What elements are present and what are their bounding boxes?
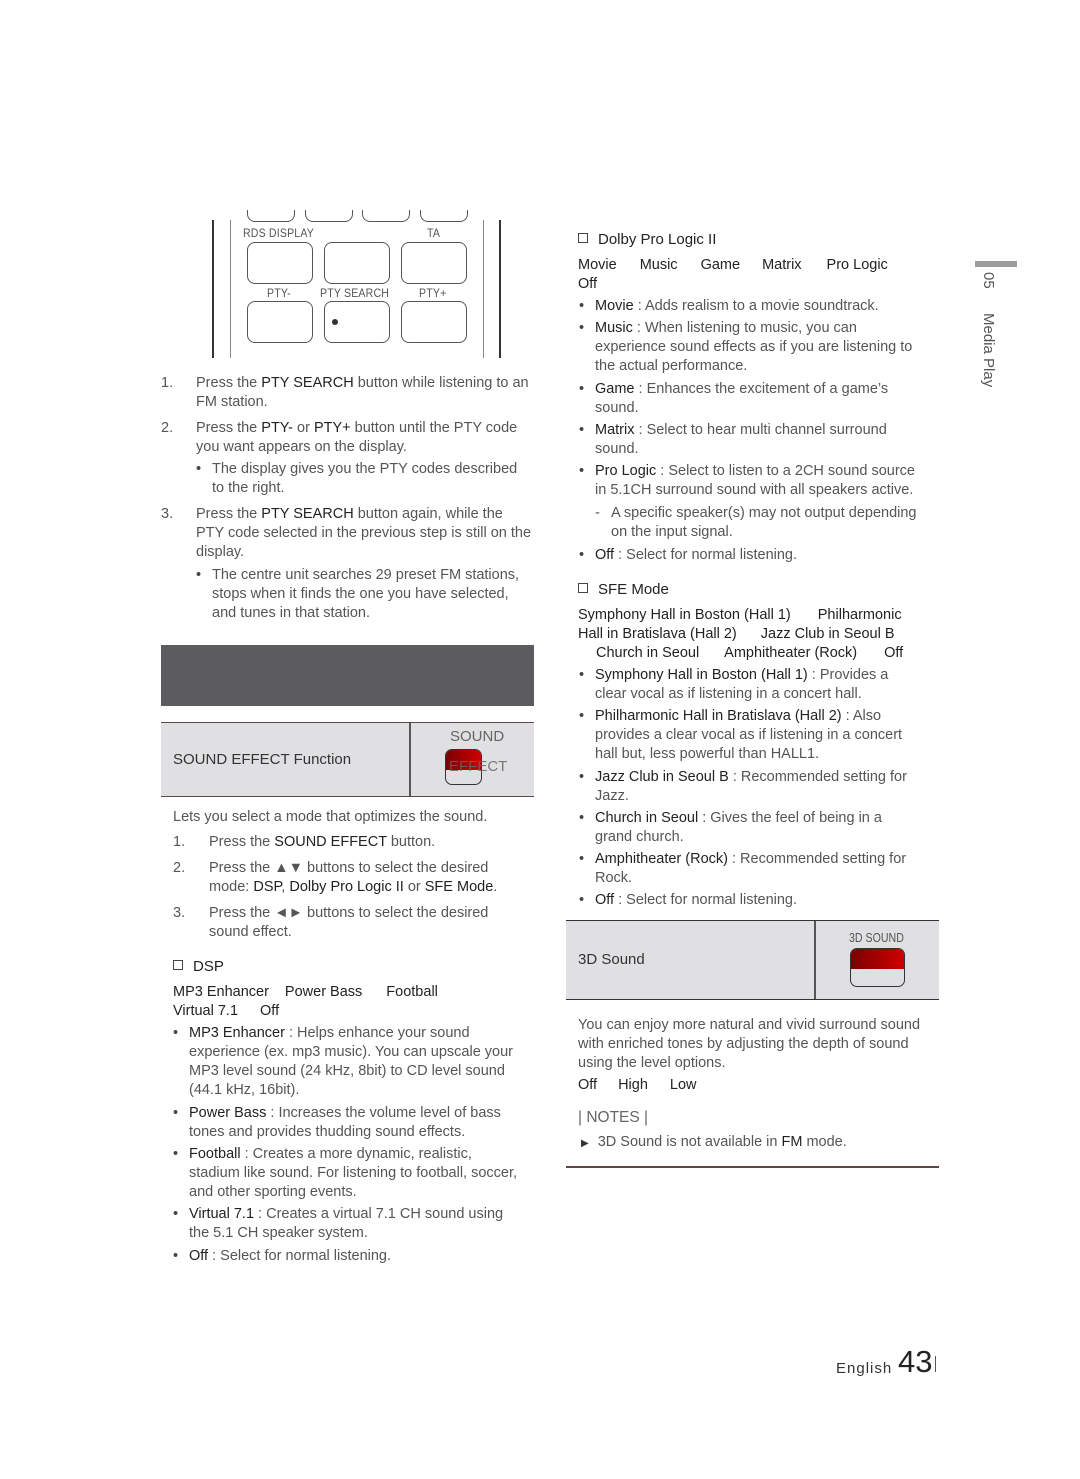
dolby-item: Off : Select for normal listening.: [579, 546, 935, 565]
dsp-heading: DSP: [173, 957, 224, 976]
section-banner: [161, 645, 534, 706]
rds-display-button[interactable]: [247, 242, 313, 284]
pty-plus-label: PTY+: [419, 286, 447, 300]
remote-edge-left: [212, 220, 214, 358]
dolby-item: Movie : Adds realism to a movie soundtra…: [579, 297, 935, 316]
sound-effect-step: 1. Press the SOUND EFFECT button.: [173, 834, 436, 850]
box-divider: [409, 723, 411, 796]
sound-effect-icon-label: EFFECT: [449, 758, 508, 775]
checkbox-square-icon: [578, 233, 588, 243]
dsp-item: Virtual 7.1 : Creates a virtual 7.1 CH s…: [173, 1205, 539, 1243]
sfe-item: Church in Seoul : Gives the feel of bein…: [579, 809, 935, 847]
function-title: 3D Sound: [578, 951, 645, 968]
pty-search-button[interactable]: [324, 301, 390, 343]
remote-inner-right: [483, 220, 484, 358]
pty-step: 3. Press the PTY SEARCH button again, wh…: [161, 506, 532, 560]
dolby-item: Matrix : Select to hear multi channel su…: [579, 421, 935, 459]
dsp-options: MP3 Enhancer Power Bass Football Virtual 7…: [173, 984, 438, 1019]
button-dot-icon: [332, 319, 338, 325]
checkbox-square-icon: [578, 583, 588, 593]
remote-inner-left: [230, 220, 231, 358]
pty-plus-button[interactable]: [401, 301, 467, 343]
remote-illustration: RDS DISPLAY TA PTY- PTY SEARCH PTY+: [205, 205, 505, 360]
dolby-heading: Dolby Pro Logic II: [578, 230, 716, 249]
triangle-right-icon: ▶: [581, 1138, 589, 1149]
dolby-item: Music : When listening to music, you can…: [579, 319, 935, 376]
section-divider: [566, 1166, 939, 1168]
dolby-item: Pro Logic : Select to listen to a 2CH so…: [579, 462, 940, 500]
sfe-item: Jazz Club in Seoul B : Recommended setti…: [579, 768, 935, 806]
sfe-item: Symphony Hall in Boston (Hall 1) : Provi…: [579, 666, 935, 704]
dsp-item: Power Bass : Increases the volume level …: [173, 1104, 539, 1142]
3d-sound-options: Off High Low: [578, 1077, 697, 1093]
sfe-item: Philharmonic Hall in Bratislava (Hall 2)…: [579, 707, 935, 764]
3d-sound-icon-label: 3D SOUND: [849, 931, 904, 945]
3d-sound-description: You can enjoy more natural and vivid sur…: [578, 1017, 921, 1071]
chapter-tab-bar: [975, 261, 1017, 267]
pty-minus-label: PTY-: [267, 286, 291, 300]
remote-top-key: [247, 210, 295, 222]
sfe-item: Amphitheater (Rock) : Recommended settin…: [579, 850, 935, 888]
ta-button[interactable]: [401, 242, 467, 284]
sfe-item: Off : Select for normal listening.: [579, 891, 935, 910]
dsp-item: MP3 Enhancer : Helps enhance your sounde…: [173, 1024, 539, 1100]
checkbox-square-icon: [173, 960, 183, 970]
sfe-heading: SFE Mode: [578, 580, 669, 599]
pty-note: The centre unit searches 29 preset FM st…: [196, 566, 542, 623]
ta-label: TA: [427, 226, 441, 240]
remote-edge-right: [499, 220, 501, 358]
dsp-item: Off : Select for normal listening.: [173, 1247, 539, 1266]
remote-top-key: [305, 210, 353, 222]
page-number: 43: [898, 1344, 933, 1379]
sfe-options: Symphony Hall in Boston (Hall 1) Philharm…: [578, 607, 904, 661]
remote-top-key: [420, 210, 468, 222]
sound-effect-icon-label: SOUND: [450, 728, 505, 745]
pty-step: 1. Press the PTY SEARCH button while lis…: [161, 375, 529, 410]
chapter-number: 05: [980, 272, 997, 289]
sound-effect-step: 2. Press the ▲▼ buttons to select the de…: [173, 860, 498, 895]
function-title: SOUND EFFECT Function: [173, 751, 352, 768]
sound-effect-intro: Lets you select a mode that optimizes th…: [173, 809, 488, 825]
sound-effect-function-box: SOUND EFFECT Function SOUND EFFECT: [161, 722, 534, 797]
footer-language: English: [836, 1360, 893, 1377]
dolby-item: Game : Enhances the excitement of a game…: [579, 380, 935, 418]
dolby-subnote: - A specific speaker(s) may not output d…: [595, 505, 917, 540]
pty-search-label: PTY SEARCH: [320, 286, 390, 300]
3d-sound-button-icon: [850, 948, 905, 987]
notes-heading: | NOTES |: [578, 1109, 649, 1126]
sound-effect-step: 3. Press the ◄► buttons to select the de…: [173, 905, 489, 940]
note-item: ▶ 3D Sound is not available in FM mode.: [581, 1134, 847, 1150]
3d-sound-function-box: 3D Sound 3D SOUND: [566, 920, 939, 1000]
footer-divider: [935, 1356, 936, 1372]
remote-blank-button[interactable]: [324, 242, 390, 284]
chapter-title: Media Play: [980, 313, 997, 388]
dolby-options: Movie Music Game Matrix Pro Logic Off: [578, 257, 888, 292]
remote-top-key: [362, 210, 410, 222]
rds-display-label: RDS DISPLAY: [243, 226, 314, 240]
box-divider: [814, 921, 816, 999]
pty-note: The display gives you the PTY codes desc…: [196, 460, 542, 498]
pty-minus-button[interactable]: [247, 301, 313, 343]
dsp-item: Football : Creates a more dynamic, reali…: [173, 1145, 539, 1202]
pty-step: 2. Press the PTY- or PTY+ button until t…: [161, 420, 518, 455]
